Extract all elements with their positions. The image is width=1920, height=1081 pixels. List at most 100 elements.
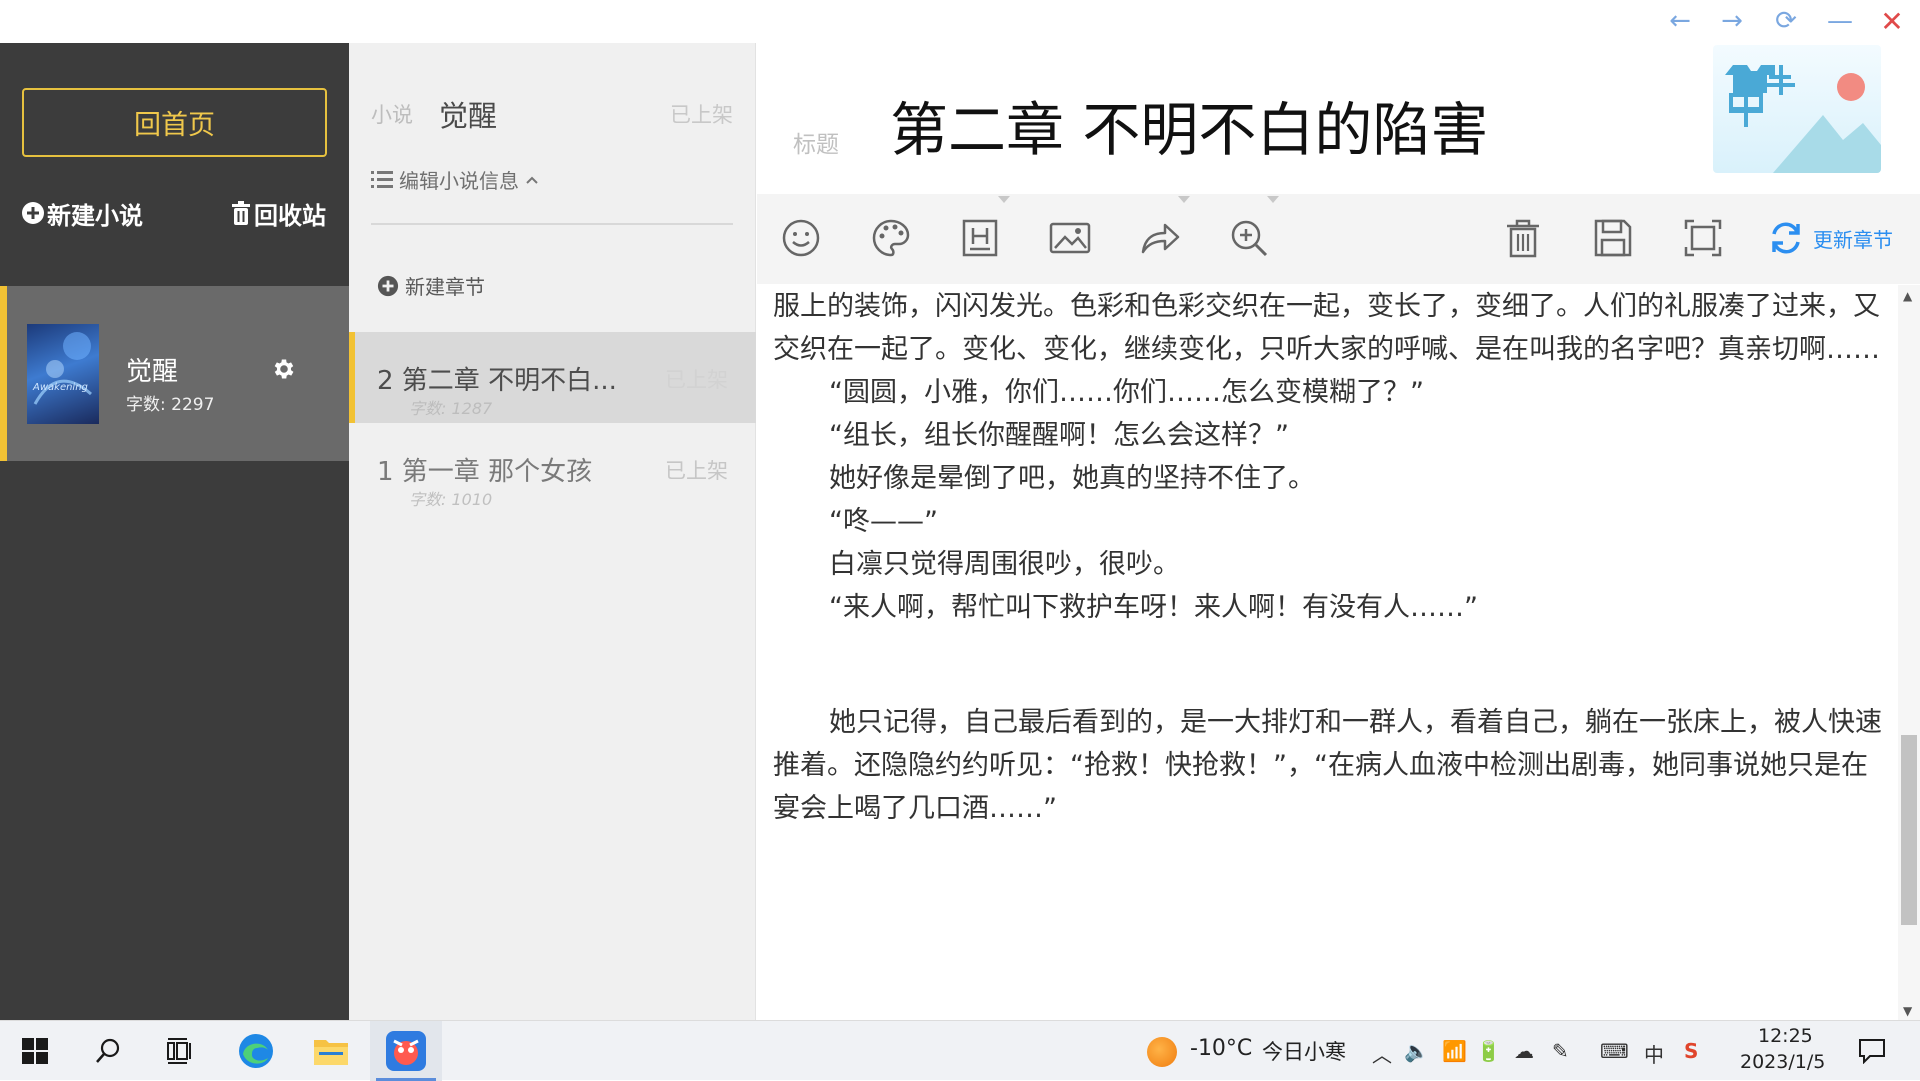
new-novel-label: 新建小说	[47, 201, 143, 230]
touch-keyboard-icon[interactable]: ⌨	[1600, 1039, 1629, 1063]
novel-word-count: 字数: 2297	[126, 395, 215, 415]
search-icon	[96, 1038, 120, 1063]
new-chapter-button[interactable]: 新建章节	[377, 271, 485, 300]
edge-browser-button[interactable]	[236, 1031, 276, 1071]
edit-novel-info-button[interactable]: 编辑小说信息	[371, 165, 539, 194]
plus-circle-icon	[377, 275, 399, 296]
weather-description[interactable]: 今日小寒	[1262, 1036, 1346, 1066]
save-button[interactable]	[1589, 214, 1637, 262]
reload-button[interactable]: ⟳	[1766, 4, 1806, 38]
recycle-bin-button[interactable]: 回收站	[230, 193, 326, 233]
clock-time[interactable]: 12:25	[1758, 1025, 1813, 1047]
scroll-down-icon[interactable]: ▼	[1903, 1004, 1912, 1018]
refresh-icon	[1772, 222, 1800, 254]
close-button[interactable]: ✕	[1872, 4, 1912, 38]
clock-date[interactable]: 2023/1/5	[1740, 1051, 1825, 1073]
start-button[interactable]	[15, 1031, 55, 1071]
cover-title-text: Awakening	[33, 382, 88, 393]
trash-icon	[232, 201, 250, 225]
logo-art-icon	[1725, 65, 1881, 173]
content-paragraph: “来人啊，帮忙叫下救护车呀！来人啊！有没有人……”	[829, 592, 1478, 623]
heading-button[interactable]	[956, 196, 1010, 262]
delete-button[interactable]	[1499, 214, 1547, 262]
heading-icon	[962, 219, 998, 257]
ime-mode-indicator[interactable]: 中	[1644, 1039, 1664, 1068]
share-dropdown-caret[interactable]	[1178, 196, 1190, 203]
chapter-word-count: 字数: 1287	[409, 399, 493, 418]
plus-circle-icon	[22, 202, 44, 224]
chapter-panel: 小说 觉醒 已上架 编辑小说信息 新建章节 2 第二章 不明不白... 已上架 …	[349, 43, 756, 1020]
image-button[interactable]	[1046, 214, 1094, 262]
list-icon	[371, 170, 393, 188]
novel-card[interactable]: Awakening 觉醒 字数: 2297	[0, 286, 349, 461]
volume-icon[interactable]: 🔈	[1404, 1039, 1429, 1063]
scroll-thumb[interactable]	[1901, 735, 1917, 925]
save-icon	[1594, 219, 1632, 257]
content-paragraph: 她好像是晕倒了吧，她真的坚持不住了。	[829, 463, 1315, 494]
taskbar: -10°C 今日小寒 ︿ 🔈 📶 🔋 ☁ ✎ ⌨ 中 S 12:25 2023/…	[0, 1020, 1920, 1081]
home-button[interactable]: 回首页	[22, 88, 327, 157]
heading-dropdown-caret[interactable]	[998, 196, 1010, 203]
chapter-title-input[interactable]: 第二章 不明不白的陷害	[890, 83, 1488, 167]
share-icon	[1141, 223, 1180, 254]
sogou-ime-icon[interactable]: S	[1684, 1039, 1698, 1063]
chapter-title: 1 第一章 那个女孩	[377, 457, 593, 487]
zoom-in-icon	[1231, 220, 1268, 257]
content-scrollbar[interactable]: ▲ ▼	[1898, 285, 1920, 1020]
forward-button[interactable]: →	[1712, 4, 1752, 38]
novel-header-status: 已上架	[670, 103, 733, 127]
zoom-button[interactable]	[1225, 196, 1279, 262]
forward-arrow-icon: →	[1721, 6, 1743, 36]
editor-toolbar: 更新章节	[757, 194, 1920, 284]
chapter-status: 已上架	[665, 368, 728, 392]
minimize-icon: —	[1827, 6, 1853, 36]
sidebar: 回首页 新建小说 回收站 Awakening 觉醒 字数: 2297	[0, 43, 349, 1020]
pen-icon[interactable]: ✎	[1552, 1039, 1569, 1063]
task-view-icon	[167, 1038, 191, 1064]
tray-chevron-up-icon[interactable]: ︿	[1372, 1039, 1392, 1068]
file-explorer-button[interactable]	[311, 1031, 351, 1071]
taskbar-app-novel-editor[interactable]	[370, 1021, 442, 1081]
cover-art-icon	[33, 332, 92, 405]
notification-center-button[interactable]	[1852, 1031, 1892, 1071]
emoji-button[interactable]	[777, 214, 825, 262]
title-label: 标题	[793, 132, 839, 158]
fullscreen-button[interactable]	[1679, 214, 1727, 262]
chapter-word-count: 字数: 1010	[409, 490, 493, 509]
weather-temperature[interactable]: -10°C	[1190, 1036, 1252, 1061]
chapter-item[interactable]: 2 第二章 不明不白... 已上架 字数: 1287	[349, 332, 756, 423]
minimize-button[interactable]: —	[1820, 4, 1860, 38]
novel-header-name: 觉醒	[439, 99, 498, 133]
color-button[interactable]	[867, 214, 915, 262]
new-novel-button[interactable]: 新建小说	[21, 193, 143, 233]
search-button[interactable]	[88, 1031, 128, 1071]
battery-icon[interactable]: 🔋	[1476, 1039, 1501, 1063]
share-button[interactable]	[1136, 196, 1190, 262]
chapter-item[interactable]: 1 第一章 那个女孩 已上架 字数: 1010	[349, 423, 756, 514]
zoom-dropdown-caret[interactable]	[1267, 196, 1279, 203]
edge-browser-icon	[239, 1034, 273, 1068]
novel-name: 觉醒	[126, 357, 179, 387]
gear-icon	[274, 359, 294, 379]
content-paragraph: 白凛只觉得周围很吵，很吵。	[829, 549, 1180, 580]
chapter-content-editor[interactable]: 服上的装饰，闪闪发光。色彩和色彩交织在一起，变长了，变细了。人们的礼服凑了过来，…	[773, 285, 1883, 1005]
content-paragraph: “圆圆，小雅，你们……你们……怎么变模糊了？”	[829, 377, 1424, 408]
weather-sun-icon[interactable]	[1147, 1037, 1177, 1067]
novel-cover-image: Awakening	[27, 324, 99, 424]
wifi-icon[interactable]: 📶	[1442, 1039, 1467, 1063]
app-logo	[1713, 45, 1881, 173]
chevron-up-icon	[526, 176, 538, 184]
update-chapter-label: 更新章节	[1813, 227, 1893, 252]
task-view-button[interactable]	[160, 1031, 200, 1071]
divider	[371, 223, 733, 225]
content-paragraph: “组长，组长你醒醒啊！怎么会这样？”	[829, 420, 1289, 451]
update-chapter-button[interactable]: 更新章节	[1767, 218, 1893, 258]
title-bar: ← → ⟳ — ✕	[0, 0, 1920, 43]
back-button[interactable]: ←	[1660, 4, 1700, 38]
onedrive-error-icon[interactable]: ☁	[1514, 1039, 1534, 1063]
novel-settings-button[interactable]	[271, 356, 297, 386]
content-paragraph: “咚——”	[829, 506, 938, 537]
scroll-up-icon[interactable]: ▲	[1903, 289, 1912, 303]
edit-novel-info-label: 编辑小说信息	[399, 169, 519, 193]
